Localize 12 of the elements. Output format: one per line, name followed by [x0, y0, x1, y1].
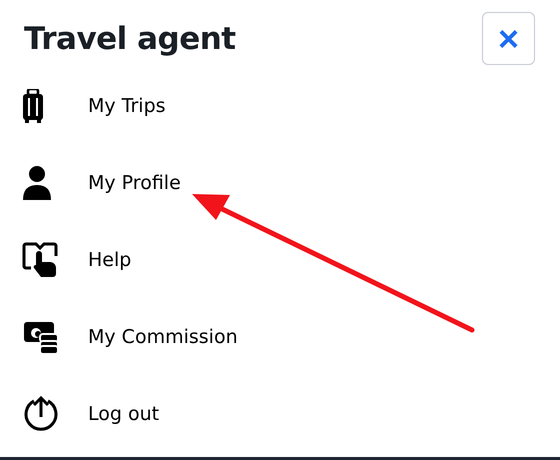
menu-item[interactable]: My Trips — [0, 67, 560, 144]
menu-item[interactable]: Log out — [0, 375, 560, 452]
upload-circle-icon — [22, 394, 60, 432]
close-button[interactable]: × — [482, 12, 535, 65]
person-icon — [22, 166, 52, 200]
cash-coins-icon — [22, 320, 60, 354]
menu-item[interactable]: My Profile — [0, 144, 560, 221]
menu-title: Travel agent — [24, 20, 236, 56]
suitcase-icon — [22, 88, 44, 122]
menu-item[interactable]: Help — [0, 221, 560, 298]
hand-tap-icon — [22, 242, 60, 278]
menu-item[interactable]: My Commission — [0, 298, 560, 375]
